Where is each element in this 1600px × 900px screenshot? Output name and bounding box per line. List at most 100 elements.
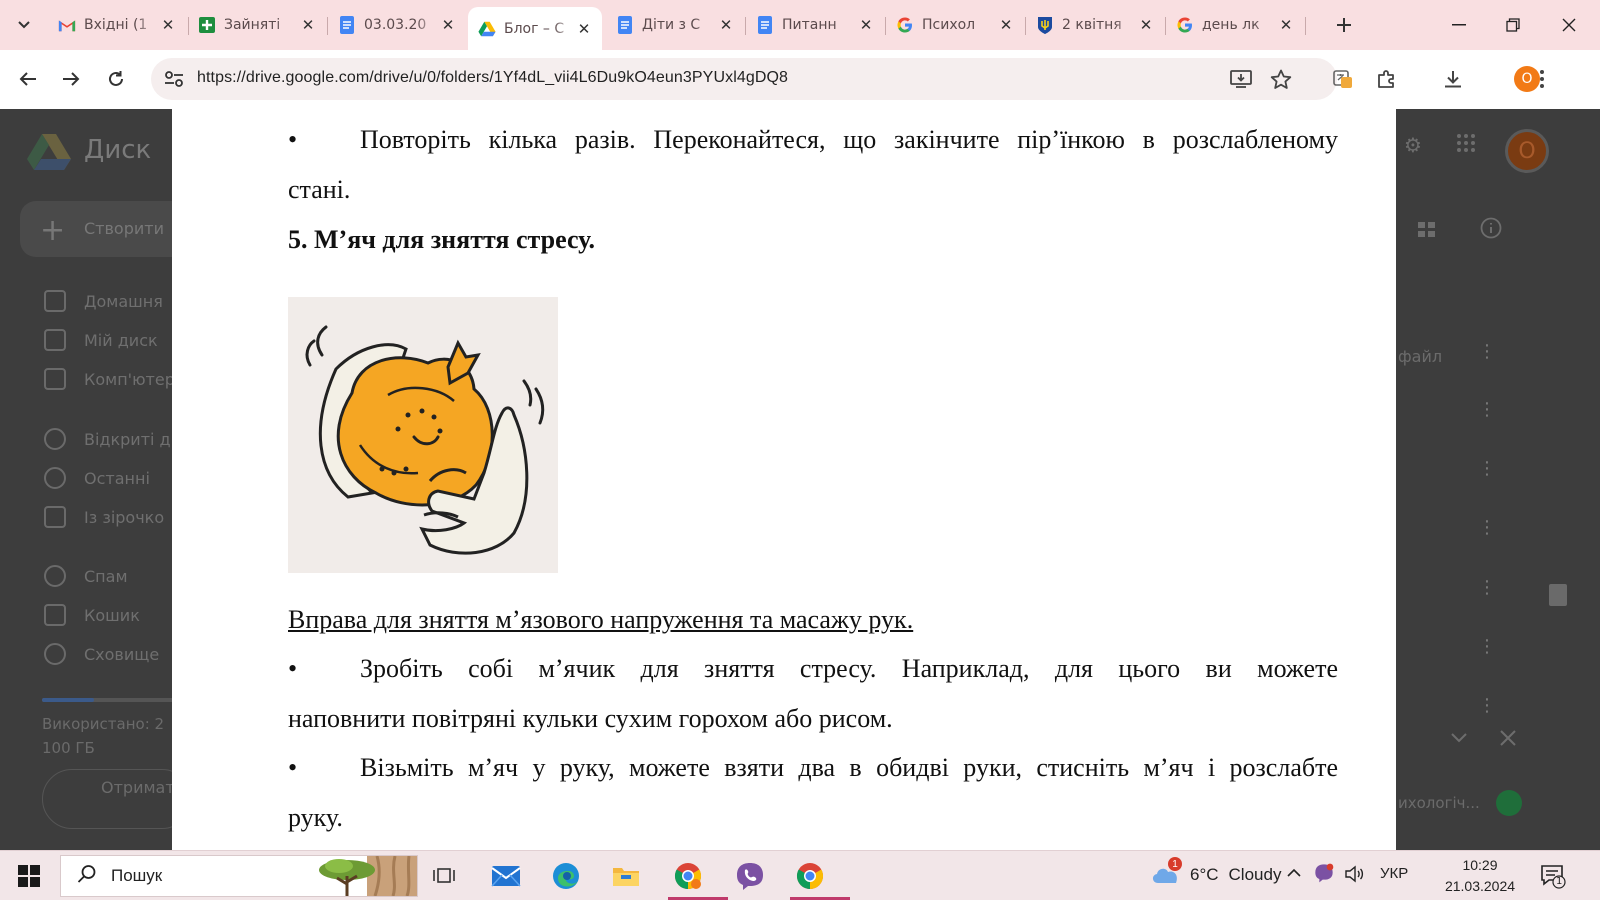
storage-bar-fill xyxy=(42,698,94,702)
tab-drive-active[interactable]: Блог – С ✕ xyxy=(468,7,602,50)
tab-google-1[interactable]: Психол ✕ xyxy=(886,9,1024,41)
language-indicator[interactable]: УКР xyxy=(1380,865,1408,882)
taskbar-search[interactable]: Пошук xyxy=(60,855,418,897)
viber-app[interactable] xyxy=(730,857,770,895)
document-preview: • Повторіть кілька разів. Переконайтеся,… xyxy=(172,109,1396,850)
close-icon[interactable]: ✕ xyxy=(1276,15,1296,35)
new-tab-button[interactable] xyxy=(1332,13,1356,37)
notification-count: 1 xyxy=(1556,876,1563,887)
url-text[interactable]: https://drive.google.com/drive/u/0/folde… xyxy=(197,69,788,87)
close-icon[interactable]: ✕ xyxy=(1136,15,1156,35)
close-icon[interactable]: ✕ xyxy=(574,19,594,39)
puzzle-icon xyxy=(1378,70,1394,88)
close-icon[interactable]: ✕ xyxy=(438,15,458,35)
volume-icon[interactable] xyxy=(1344,865,1364,887)
tab-docs-3[interactable]: Питанн ✕ xyxy=(746,9,884,41)
extensions-button[interactable] xyxy=(1372,64,1402,94)
home-icon xyxy=(44,290,66,312)
bookmark-star-icon[interactable] xyxy=(1269,68,1293,90)
mail-app[interactable] xyxy=(486,857,526,895)
site-settings-icon[interactable] xyxy=(163,68,185,90)
chevron-down-icon[interactable] xyxy=(1450,725,1468,749)
drive-account-avatar[interactable]: O xyxy=(1505,129,1549,173)
reload-button[interactable] xyxy=(101,64,131,94)
nav-my-drive[interactable]: Мій диск xyxy=(44,328,158,352)
doc-line: Візьміть м’яч у руку, можете взяти два в… xyxy=(360,753,1338,782)
cloud-icon xyxy=(44,643,66,665)
doc-line: Зробіть собі м’ячик для зняття стресу. Н… xyxy=(360,654,1338,683)
info-icon[interactable] xyxy=(1480,217,1502,244)
settings-icon[interactable]: ⚙ xyxy=(1404,133,1422,157)
more-options-icon[interactable]: ⋮ xyxy=(1478,401,1496,419)
file-explorer-app[interactable] xyxy=(606,857,646,895)
notification-center-button[interactable]: 1 xyxy=(1540,863,1566,889)
more-options-icon[interactable]: ⋮ xyxy=(1478,697,1496,715)
more-options-icon[interactable]: ⋮ xyxy=(1478,638,1496,656)
grid-view-icon[interactable] xyxy=(1418,219,1436,243)
address-bar[interactable]: https://drive.google.com/drive/u/0/folde… xyxy=(151,58,1337,100)
kebab-menu-icon xyxy=(1540,70,1544,88)
nav-recent[interactable]: Останні xyxy=(44,466,150,490)
nav-home[interactable]: Домашня xyxy=(44,289,163,313)
sheets-icon xyxy=(198,16,216,34)
more-options-icon[interactable]: ⋮ xyxy=(1478,460,1496,478)
tray-overflow-chevron-icon[interactable] xyxy=(1286,865,1302,882)
tab-docs-1[interactable]: 03.03.20 ✕ xyxy=(328,9,466,41)
tab-separator xyxy=(1305,17,1306,35)
minimize-button[interactable] xyxy=(1436,10,1482,40)
nav-computers[interactable]: Комп'ютер xyxy=(44,367,175,391)
tab-sheets[interactable]: Зайняті ✕ xyxy=(188,9,326,41)
close-icon xyxy=(1562,18,1576,32)
restore-button[interactable] xyxy=(1490,10,1536,40)
close-icon[interactable]: ✕ xyxy=(996,15,1016,35)
spam-icon xyxy=(44,565,66,587)
download-icon xyxy=(1445,71,1461,88)
browser-menu-button[interactable] xyxy=(1527,64,1557,94)
back-button[interactable] xyxy=(13,64,43,94)
more-options-icon[interactable]: ⋮ xyxy=(1478,519,1496,537)
nav-storage[interactable]: Сховище xyxy=(44,642,159,666)
viber-tray-icon[interactable] xyxy=(1314,863,1334,887)
tab-docs-2[interactable]: Діти з С ✕ xyxy=(606,9,744,41)
more-options-icon[interactable]: ⋮ xyxy=(1478,343,1496,361)
system-clock[interactable]: 10:29 21.03.2024 xyxy=(1437,855,1523,897)
close-icon[interactable]: ✕ xyxy=(298,15,318,35)
close-icon[interactable]: ✕ xyxy=(716,15,736,35)
translate-extension-button[interactable] xyxy=(1328,64,1358,94)
nav-spam[interactable]: Спам xyxy=(44,564,128,588)
start-button[interactable] xyxy=(18,865,40,887)
storage-total: 100 ГБ xyxy=(42,739,95,757)
tab-gmail[interactable]: Вхідні (1 ✕ xyxy=(48,9,186,41)
nav-label: Сховище xyxy=(84,644,160,664)
scrollbar-thumb[interactable] xyxy=(1549,584,1567,606)
create-label: Створити xyxy=(84,219,164,238)
close-icon[interactable] xyxy=(1500,727,1516,751)
bullet: • xyxy=(288,125,298,154)
tab-google-2[interactable]: день лк ✕ xyxy=(1166,9,1304,41)
restore-icon xyxy=(1506,18,1520,32)
edge-app[interactable] xyxy=(546,857,586,895)
more-options-icon[interactable]: ⋮ xyxy=(1478,579,1496,597)
bullet: • xyxy=(288,753,298,782)
get-more-storage-button[interactable]: Отримат xyxy=(42,769,192,829)
chrome-app[interactable] xyxy=(790,857,850,900)
docs-icon xyxy=(338,16,356,34)
nav-shared[interactable]: Відкриті д xyxy=(44,427,171,451)
downloads-button[interactable] xyxy=(1438,64,1468,94)
create-button[interactable]: + Створити xyxy=(20,201,190,257)
nav-starred[interactable]: Із зірочко xyxy=(44,505,164,529)
forward-button[interactable] xyxy=(56,64,86,94)
weather-widget[interactable]: 1 6°C Cloudy xyxy=(1150,857,1281,887)
close-icon[interactable]: ✕ xyxy=(856,15,876,35)
tab-title: 2 квітня xyxy=(1062,17,1122,33)
task-view-button[interactable] xyxy=(424,857,464,895)
tab-trident[interactable]: 2 квітня ✕ xyxy=(1026,9,1164,41)
install-app-icon[interactable] xyxy=(1229,68,1253,90)
nav-trash[interactable]: Кошик xyxy=(44,603,140,627)
star-icon xyxy=(44,506,66,528)
tab-search-button[interactable] xyxy=(10,11,38,39)
close-window-button[interactable] xyxy=(1546,10,1592,40)
apps-grid-icon[interactable] xyxy=(1456,133,1476,158)
chrome-app-profile[interactable] xyxy=(668,857,728,900)
close-icon[interactable]: ✕ xyxy=(158,15,178,35)
